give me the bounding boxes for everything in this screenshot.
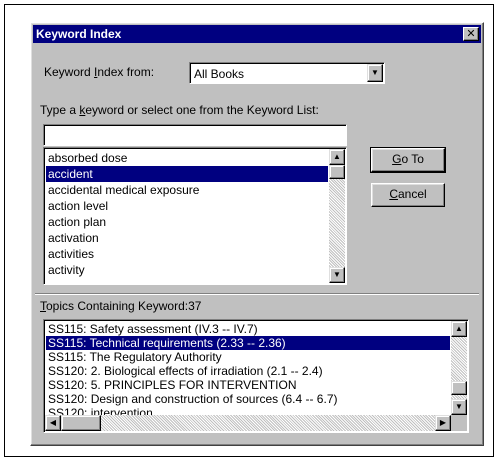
keyword-list-thumb[interactable]: [329, 165, 345, 179]
arrow-left-icon[interactable]: ◀: [45, 415, 61, 431]
cancel-button[interactable]: Cancel: [371, 183, 445, 207]
topics-list[interactable]: SS115: Safety assessment (IV.3 -- IV.7) S…: [43, 319, 469, 433]
arrow-down-icon[interactable]: ▼: [329, 267, 345, 283]
list-item[interactable]: SS115: Safety assessment (IV.3 -- IV.7): [46, 322, 450, 336]
scroll-corner: [451, 415, 467, 431]
list-item[interactable]: accident: [46, 166, 328, 182]
list-item[interactable]: action level: [46, 198, 328, 214]
list-item[interactable]: absorbed dose: [46, 150, 328, 166]
list-item[interactable]: activities: [46, 246, 328, 262]
chevron-down-icon[interactable]: ▼: [367, 64, 383, 82]
keyword-input[interactable]: [43, 124, 347, 146]
topics-list-items: SS115: Safety assessment (IV.3 -- IV.7) S…: [46, 322, 450, 420]
arrow-right-icon[interactable]: ▶: [435, 415, 451, 431]
index-from-select[interactable]: All Books ▼: [189, 62, 385, 84]
arrow-up-icon[interactable]: ▲: [329, 149, 345, 165]
list-item[interactable]: SS120: 5. PRINCIPLES FOR INTERVENTION: [46, 378, 450, 392]
list-item[interactable]: activation: [46, 230, 328, 246]
arrow-down-icon[interactable]: ▼: [451, 399, 467, 415]
go-to-button[interactable]: Go To: [370, 147, 446, 173]
index-from-label: Keyword Index from:: [44, 65, 155, 79]
topics-hscroll-thumb[interactable]: [61, 415, 101, 431]
list-item[interactable]: SS115: The Regulatory Authority: [46, 350, 450, 364]
close-button[interactable]: ✕: [463, 27, 479, 41]
close-icon: ✕: [466, 28, 476, 40]
topics-hscrollbar[interactable]: ◀ ▶: [45, 415, 451, 431]
topics-vscroll-thumb[interactable]: [451, 381, 467, 395]
separator: [35, 293, 479, 295]
list-item[interactable]: SS120: 2. Biological effects of irradiat…: [46, 364, 450, 378]
topics-count: 37: [188, 299, 202, 313]
keyword-index-dialog: Keyword Index ✕ Keyword Index from: All …: [30, 22, 484, 446]
keyword-list-items: absorbed dose accident accidental medical …: [46, 150, 328, 278]
keyword-list-scrollbar[interactable]: ▲ ▼: [329, 149, 345, 283]
topics-vscrollbar[interactable]: ▲ ▼: [451, 321, 467, 415]
arrow-up-icon[interactable]: ▲: [451, 321, 467, 337]
title-bar: Keyword Index ✕: [33, 25, 481, 43]
list-item[interactable]: SS115: Technical requirements (2.33 -- 2…: [46, 336, 450, 350]
keyword-prompt-label: Type a keyword or select one from the Ke…: [40, 103, 319, 117]
list-item[interactable]: activity: [46, 262, 328, 278]
list-item[interactable]: SS120: Design and construction of source…: [46, 392, 450, 406]
dialog-title: Keyword Index: [36, 27, 122, 41]
list-item[interactable]: action plan: [46, 214, 328, 230]
topics-label: Topics Containing Keyword:37: [40, 299, 202, 313]
list-item[interactable]: accidental medical exposure: [46, 182, 328, 198]
keyword-list[interactable]: absorbed dose accident accidental medical …: [43, 147, 347, 285]
index-from-value: All Books: [194, 67, 245, 81]
